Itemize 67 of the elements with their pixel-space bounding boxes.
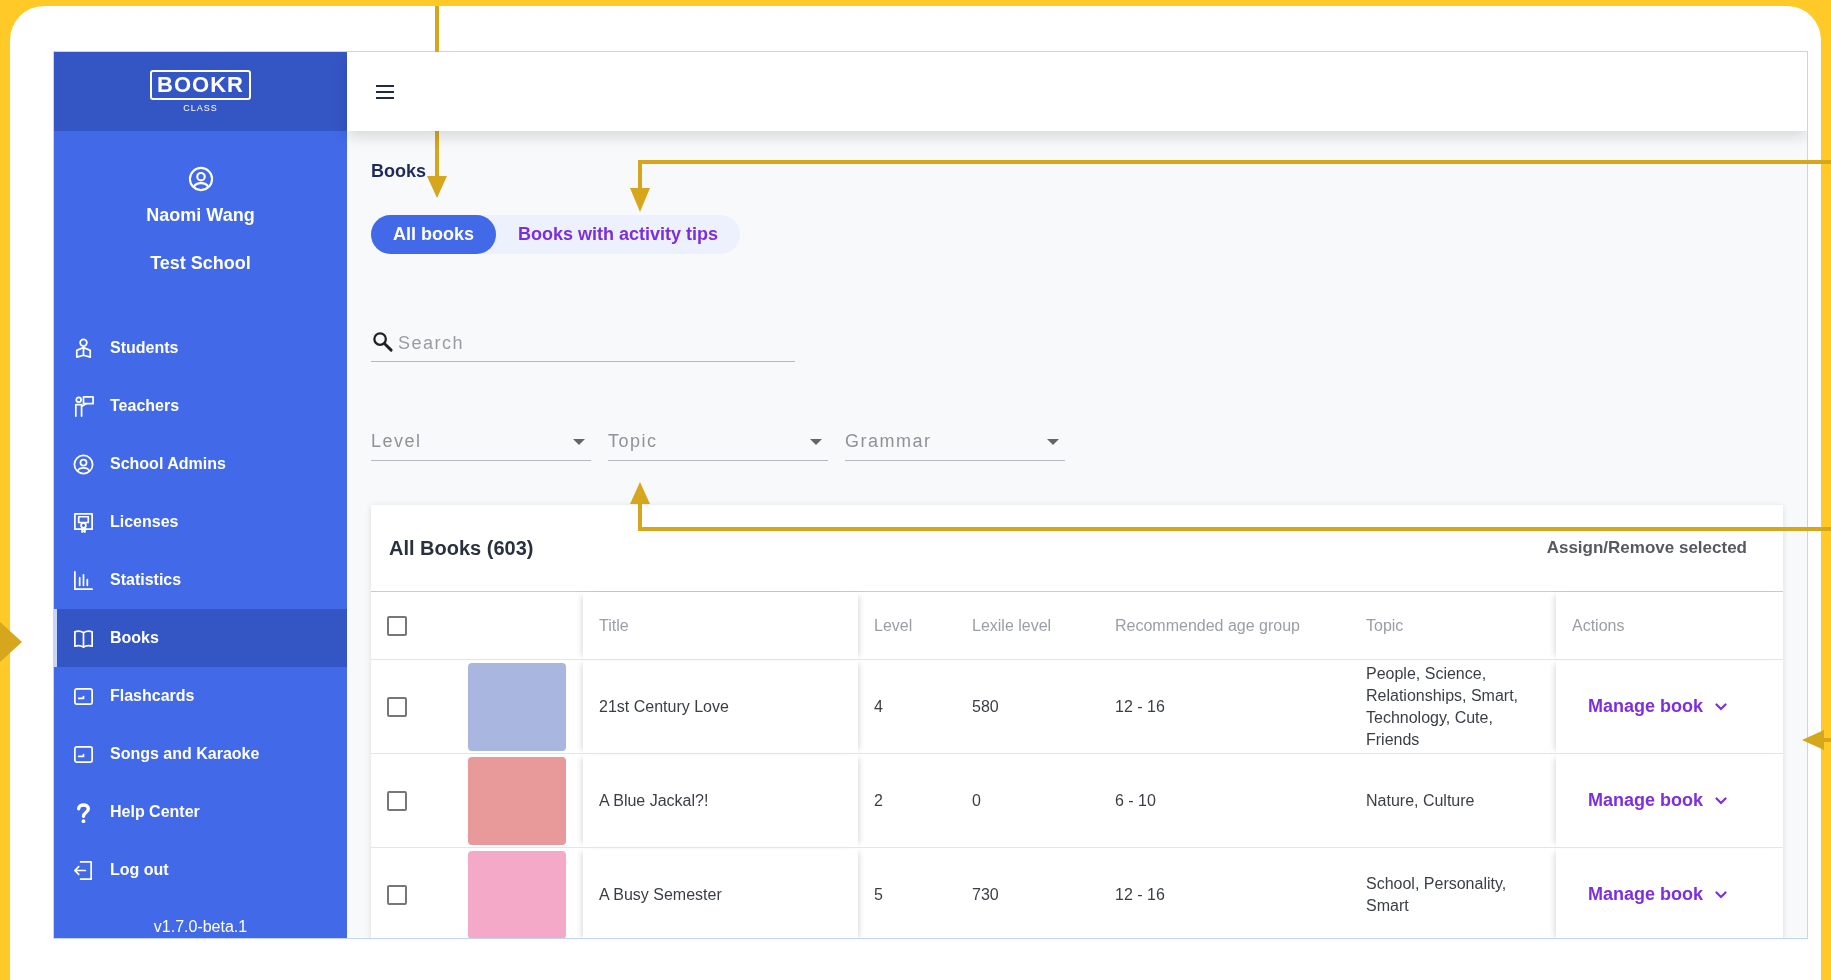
table-cell: 2 (874, 791, 883, 809)
user-name: Naomi Wang (146, 205, 255, 226)
manage-book-button[interactable]: Manage book (1588, 786, 1727, 815)
sidebar-item[interactable]: Help Center (54, 783, 347, 841)
checkbox[interactable] (387, 615, 407, 636)
table-cell: 580 (972, 697, 999, 715)
school-name: Test School (150, 253, 251, 274)
chevron-down-icon (1715, 890, 1727, 899)
sidebar-item[interactable]: Statistics (54, 551, 347, 609)
checkbox[interactable] (387, 791, 407, 812)
checkbox[interactable] (387, 885, 407, 906)
sidebar-item[interactable]: Songs and Karaoke (54, 725, 347, 783)
certificate-icon (72, 510, 95, 534)
sidebar-item[interactable]: Teachers (54, 377, 347, 435)
annotation-pointer (0, 622, 22, 662)
bar-chart-icon (72, 568, 95, 592)
column-header: Recommended age group (1115, 616, 1300, 634)
search-field[interactable]: Search (396, 328, 795, 354)
table-cell: 0 (972, 791, 981, 809)
table-cell: 730 (972, 885, 999, 903)
table-cell: Nature, Culture (1366, 791, 1475, 809)
column-header: Topic (1366, 616, 1404, 634)
column-header: Lexile level (972, 616, 1052, 634)
table-cell: 21st Century Love (599, 697, 729, 715)
search-icon (371, 329, 394, 353)
column-header: Title (599, 616, 629, 634)
sidebar-item[interactable]: Licenses (54, 493, 347, 551)
sidebar-item[interactable]: Books (54, 609, 347, 667)
sidebar-item[interactable]: Log out (54, 841, 347, 899)
table-cell: 12 - 16 (1115, 697, 1165, 715)
caret-icon (573, 438, 585, 445)
table-cell: A Busy Semester (599, 885, 722, 903)
user-icon (72, 452, 95, 476)
page-title: Books (371, 161, 426, 182)
table-cell: 5 (874, 885, 883, 903)
table-cell: 6 - 10 (1115, 791, 1156, 809)
table-cell: People, Science, Relationships, Smart, Technology, Cute, Friends (1366, 664, 1519, 748)
assign-remove-button[interactable]: Assign/Remove selected (1546, 534, 1747, 562)
table-cell: 12 - 16 (1115, 885, 1165, 903)
checkbox[interactable] (387, 697, 407, 718)
caret-icon (1047, 438, 1059, 445)
manage-book-button[interactable]: Manage book (1588, 692, 1727, 721)
logo[interactable]: BOOKR (150, 70, 251, 100)
logo-subtitle: CLASS (183, 103, 218, 113)
sidebar-item[interactable]: Flashcards (54, 667, 347, 725)
table-cell: School, Personality, Smart (1366, 874, 1507, 914)
teacher-icon (72, 394, 95, 418)
tab[interactable]: Books with activity tips (496, 215, 741, 254)
dropdown[interactable]: Topic (608, 423, 828, 461)
chevron-down-icon (1715, 702, 1727, 711)
dropdown[interactable]: Grammar (845, 423, 1065, 461)
table-cell: 4 (874, 697, 883, 715)
tab[interactable]: All books (371, 215, 496, 254)
table-title: All Books (603) (389, 536, 534, 560)
annotation-arrow (1802, 730, 1831, 750)
sidebar-item[interactable]: School Admins (54, 435, 347, 493)
chevron-down-icon (1715, 796, 1727, 805)
manage-book-button[interactable]: Manage book (1588, 880, 1727, 909)
version-text: v1.7.0-beta.1 (152, 918, 249, 937)
column-header: Actions (1572, 616, 1625, 634)
dropdown[interactable]: Level (371, 423, 591, 461)
table-cell: A Blue Jackal?! (599, 791, 709, 809)
logout-icon (72, 858, 95, 882)
caret-icon (810, 438, 822, 445)
sidebar-item[interactable]: Students (54, 319, 347, 377)
column-header: Level (874, 616, 913, 634)
user-icon (186, 165, 215, 193)
